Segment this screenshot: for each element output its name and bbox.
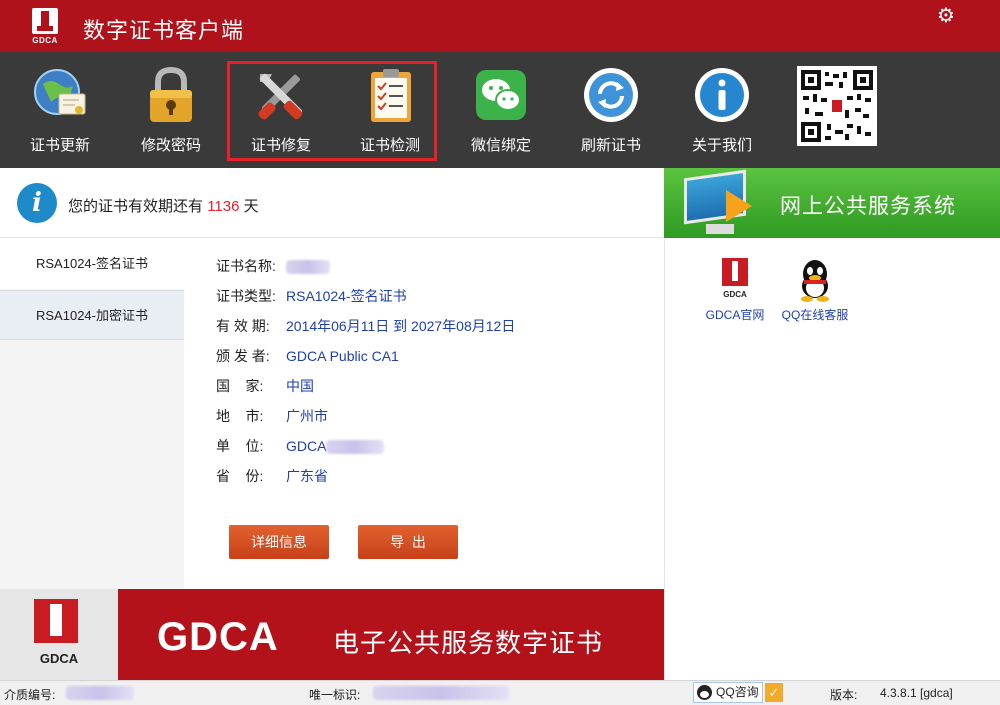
highlight-box: [227, 61, 437, 161]
redacted-value: [326, 440, 385, 455]
gdca-footer-banner: GDCA GDCA 电子公共服务数字证书: [0, 589, 664, 680]
validity-days: 1136: [207, 198, 240, 215]
update-cert-label: 证书更新: [29, 137, 90, 154]
field-label: 有 效 期:: [216, 318, 270, 334]
globe-certificate-icon: [34, 69, 86, 115]
refresh-icon: [584, 68, 638, 122]
wechat-bind-button[interactable]: 微信绑定: [453, 64, 549, 160]
footer-logo-text: GDCA: [39, 651, 79, 666]
gdca-logo-text: GDCA: [32, 36, 58, 45]
monitor-stand: [706, 224, 734, 234]
version-label: 版本:: [830, 688, 858, 702]
qr-code: [797, 66, 877, 146]
wechat-bind-label: 微信绑定: [470, 137, 531, 154]
qq-icon: [697, 685, 712, 700]
field-city: 地 市: 广州市: [216, 406, 328, 428]
change-password-label: 修改密码: [140, 137, 201, 154]
validity-suffix: 天: [243, 198, 259, 215]
field-value: 2014年06月11日 到 2027年08月12日: [286, 318, 516, 334]
uid-value-redacted: [373, 686, 509, 700]
banner-text: 网上公共服务系统: [780, 195, 956, 218]
validity-bar: i 您的证书有效期还有 1136 天: [0, 168, 664, 238]
field-label: 证书类型:: [216, 288, 276, 304]
field-label: 省 份:: [216, 468, 264, 484]
qq-penguin-icon: [801, 260, 829, 302]
redacted-value: [286, 260, 330, 275]
tab-encrypt-cert[interactable]: RSA1024-加密证书: [0, 290, 184, 340]
gdca-logo: GDCA: [28, 8, 62, 46]
status-bar: 介质编号: 唯一标识: 版本: 4.3.8.1 [gdca]: [0, 680, 1000, 705]
tab-sign-cert[interactable]: RSA1024-签名证书: [0, 239, 184, 289]
field-label: 颁 发 者:: [216, 348, 270, 364]
gdca-site-label: GDCA官网: [705, 308, 765, 322]
field-country: 国 家: 中国: [216, 376, 314, 398]
field-province: 省 份: 广东省: [216, 466, 328, 488]
field-label: 地 市:: [216, 408, 264, 424]
field-label: 单 位:: [216, 438, 264, 454]
uid-label: 唯一标识:: [309, 688, 361, 702]
app-title: 数字证书客户端: [83, 18, 245, 43]
title-bar: GDCA 数字证书客户端 ⚙: [0, 0, 1000, 52]
refresh-cert-label: 刷新证书: [580, 137, 641, 154]
qq-service-label: QQ在线客服: [781, 308, 849, 322]
gdca-logo-mark: [32, 8, 58, 34]
field-issuer: 颁 发 者: GDCA Public CA1: [216, 346, 399, 368]
footer-brand: GDCA: [157, 615, 279, 659]
gdca-site-link[interactable]: GDCA GDCA官网: [695, 258, 775, 323]
update-cert-button[interactable]: 证书更新: [12, 64, 108, 160]
field-validity: 有 效 期: 2014年06月11日 到 2027年08月12日: [216, 316, 515, 338]
about-us-label: 关于我们: [691, 137, 752, 154]
gear-icon[interactable]: ⚙: [935, 5, 957, 27]
info-icon: i: [17, 183, 57, 223]
cert-tabs: RSA1024-签名证书 RSA1024-加密证书: [0, 239, 184, 589]
medium-label: 介质编号:: [4, 688, 56, 702]
field-value: 广州市: [286, 408, 328, 424]
medium-value-redacted: [66, 686, 134, 700]
field-value: 广东省: [286, 468, 328, 484]
export-button[interactable]: 导 出: [358, 525, 458, 559]
field-cert-name: 证书名称:: [216, 256, 330, 278]
about-us-button[interactable]: 关于我们: [674, 64, 770, 160]
footer-slogan: 电子公共服务数字证书: [333, 629, 604, 659]
version-value: 4.3.8.1 [gdca]: [880, 686, 953, 700]
validity-prefix: 您的证书有效期还有: [68, 198, 204, 215]
field-value: GDCA: [286, 438, 327, 454]
qq-consult-label: QQ咨询: [716, 685, 759, 699]
field-value: GDCA Public CA1: [286, 348, 399, 364]
arrow-icon: [726, 190, 752, 222]
gdca-logo-icon-text: GDCA: [723, 290, 747, 299]
change-password-button[interactable]: 修改密码: [123, 64, 219, 160]
field-label: 证书名称:: [216, 258, 276, 274]
toolbar: 证书更新 修改密码 证书修复 证书检测 微信绑定 刷新证书 关于我们: [0, 52, 1000, 168]
qq-service-link[interactable]: QQ在线客服: [775, 258, 855, 323]
field-value: 中国: [286, 378, 314, 394]
cert-details: 证书名称: 证书类型: RSA1024-签名证书 有 效 期: 2014年06月11…: [184, 239, 664, 589]
validity-text: 您的证书有效期还有 1136 天: [68, 195, 259, 216]
refresh-cert-button[interactable]: 刷新证书: [563, 64, 659, 160]
field-organization: 单 位: GDCA: [216, 436, 385, 458]
public-service-banner[interactable]: 网上公共服务系统: [664, 168, 1000, 238]
gdca-logo-icon: GDCA: [719, 258, 751, 302]
field-label: 国 家:: [216, 378, 264, 394]
field-cert-type: 证书类型: RSA1024-签名证书: [216, 286, 407, 308]
qq-consult-button[interactable]: QQ咨询: [693, 682, 763, 703]
wechat-icon: [476, 70, 526, 120]
right-panel: GDCA GDCA官网 QQ在线客服: [664, 238, 1000, 680]
footer-gdca-logo: GDCA: [0, 589, 118, 680]
padlock-icon: [150, 66, 192, 122]
field-value: RSA1024-签名证书: [286, 288, 407, 304]
details-button[interactable]: 详细信息: [229, 525, 329, 559]
info-circle-icon: [695, 68, 749, 122]
checkmark-icon[interactable]: ✓: [765, 683, 783, 702]
